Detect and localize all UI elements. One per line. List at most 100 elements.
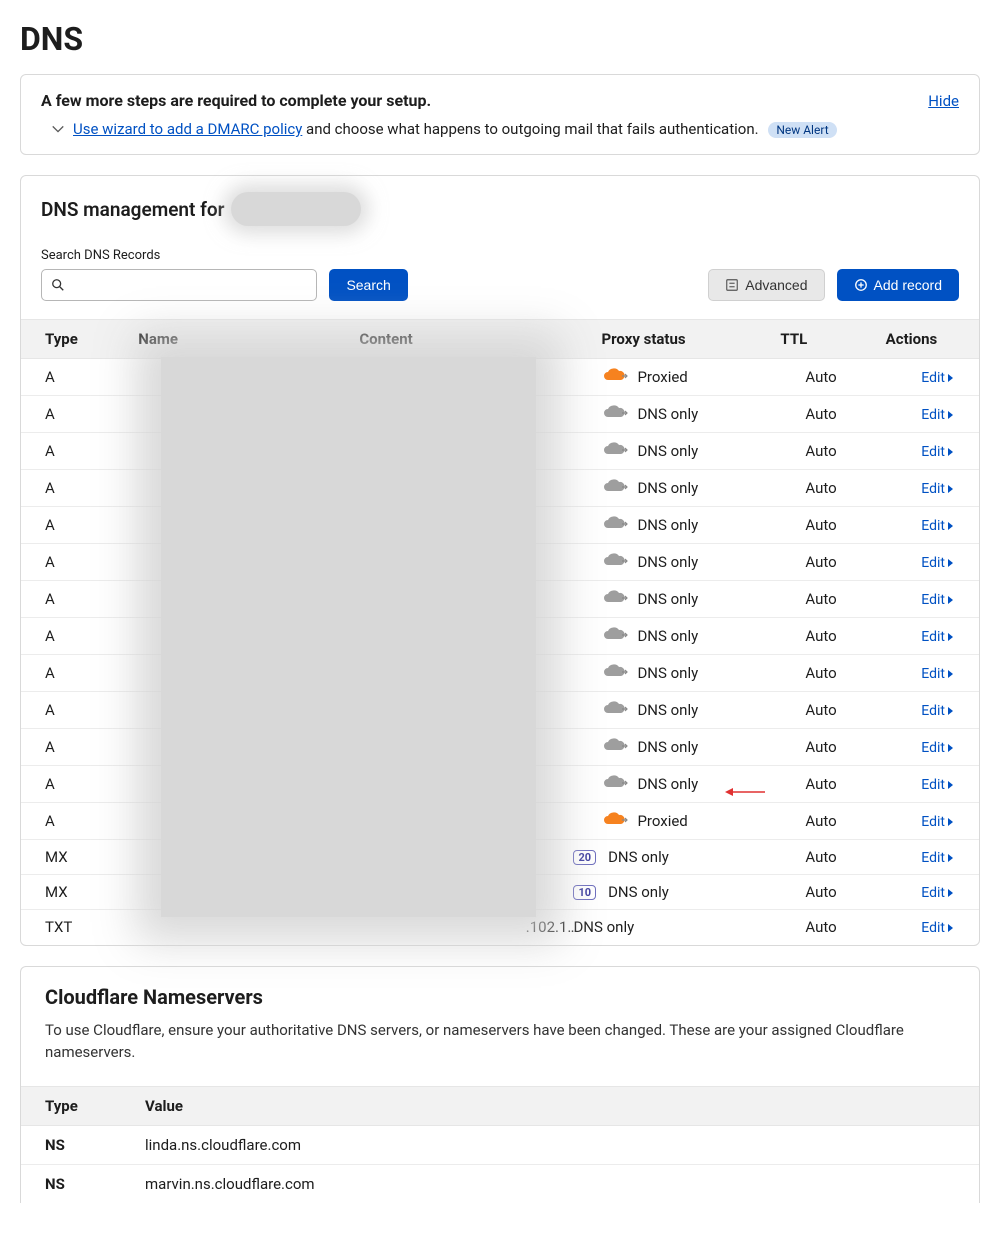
wizard-rest-text: and choose what happens to outgoing mail… xyxy=(302,120,758,138)
cloud-icon xyxy=(601,774,629,794)
col-name[interactable]: Name xyxy=(126,320,347,359)
chevron-down-icon xyxy=(51,122,65,136)
col-type[interactable]: Type xyxy=(21,320,126,359)
record-ttl: Auto xyxy=(768,359,873,396)
record-ttl: Auto xyxy=(768,766,873,803)
edit-link[interactable]: Edit xyxy=(921,592,955,608)
record-ttl: Auto xyxy=(768,544,873,581)
caret-right-icon xyxy=(947,888,955,898)
caret-right-icon xyxy=(947,484,955,494)
caret-right-icon xyxy=(947,632,955,642)
edit-link[interactable]: Edit xyxy=(921,777,955,793)
cloud-icon xyxy=(601,626,629,646)
cloud-icon xyxy=(601,404,629,424)
cloud-icon xyxy=(601,811,629,831)
caret-right-icon xyxy=(947,521,955,531)
col-ttl[interactable]: TTL xyxy=(768,320,873,359)
arrow-annotation-icon xyxy=(723,785,767,799)
caret-right-icon xyxy=(947,817,955,827)
cloud-icon xyxy=(601,700,629,720)
search-icon xyxy=(51,278,65,292)
record-ttl: Auto xyxy=(768,655,873,692)
caret-right-icon xyxy=(947,558,955,568)
col-proxy[interactable]: Proxy status xyxy=(589,320,768,359)
edit-link[interactable]: Edit xyxy=(921,518,955,534)
edit-link[interactable]: Edit xyxy=(921,740,955,756)
proxy-status-text: DNS only xyxy=(637,701,698,719)
record-type: A xyxy=(21,618,126,655)
cloud-icon xyxy=(601,589,629,609)
nameservers-panel: Cloudflare Nameservers To use Cloudflare… xyxy=(20,966,980,1203)
record-type: A xyxy=(21,359,126,396)
record-ttl: Auto xyxy=(768,396,873,433)
plus-circle-icon xyxy=(854,278,868,292)
redacted-block xyxy=(161,357,536,917)
record-ttl: Auto xyxy=(768,840,873,875)
record-type: A xyxy=(21,766,126,803)
cloud-icon xyxy=(601,478,629,498)
record-type: A xyxy=(21,803,126,840)
edit-link[interactable]: Edit xyxy=(921,850,955,866)
cloud-icon xyxy=(601,367,629,387)
panel-title-prefix: DNS management for xyxy=(41,198,225,221)
advanced-button[interactable]: Advanced xyxy=(708,269,824,301)
ns-type: NS xyxy=(21,1164,121,1203)
priority-badge: 10 xyxy=(573,885,596,900)
record-type: A xyxy=(21,655,126,692)
edit-link[interactable]: Edit xyxy=(921,444,955,460)
record-ttl: Auto xyxy=(768,803,873,840)
record-ttl: Auto xyxy=(768,581,873,618)
dns-management-panel: DNS management for Search DNS Records Se… xyxy=(20,175,980,946)
proxy-status-text: Proxied xyxy=(637,812,687,830)
caret-right-icon xyxy=(947,373,955,383)
add-record-label: Add record xyxy=(874,277,942,293)
edit-link[interactable]: Edit xyxy=(921,407,955,423)
hide-link[interactable]: Hide xyxy=(928,92,959,110)
record-type: A xyxy=(21,396,126,433)
advanced-icon xyxy=(725,278,739,292)
search-button[interactable]: Search xyxy=(329,269,407,301)
proxy-status-text: DNS only xyxy=(608,848,669,866)
redacted-domain xyxy=(231,192,361,226)
edit-link[interactable]: Edit xyxy=(921,629,955,645)
proxy-status-text: DNS only xyxy=(608,883,669,901)
edit-link[interactable]: Edit xyxy=(921,920,955,936)
record-type: A xyxy=(21,433,126,470)
proxy-status-text: DNS only xyxy=(637,479,698,497)
edit-link[interactable]: Edit xyxy=(921,703,955,719)
edit-link[interactable]: Edit xyxy=(921,370,955,386)
col-actions: Actions xyxy=(874,320,979,359)
add-record-button[interactable]: Add record xyxy=(837,269,959,301)
col-content[interactable]: Content xyxy=(347,320,589,359)
edit-link[interactable]: Edit xyxy=(921,555,955,571)
new-alert-badge: New Alert xyxy=(768,122,836,138)
proxy-status-text: DNS only xyxy=(637,553,698,571)
setup-banner: A few more steps are required to complet… xyxy=(20,74,980,155)
search-input[interactable] xyxy=(41,269,317,301)
proxy-status-text: DNS only xyxy=(637,516,698,534)
proxy-status-text: DNS only xyxy=(637,627,698,645)
edit-link[interactable]: Edit xyxy=(921,666,955,682)
record-ttl: Auto xyxy=(768,910,873,945)
edit-link[interactable]: Edit xyxy=(921,885,955,901)
proxy-status-text: DNS only xyxy=(637,442,698,460)
record-ttl: Auto xyxy=(768,875,873,910)
proxy-status-text: DNS only xyxy=(637,590,698,608)
ns-title: Cloudflare Nameservers xyxy=(45,985,955,1009)
caret-right-icon xyxy=(947,669,955,679)
record-type: TXT xyxy=(21,910,126,945)
edit-link[interactable]: Edit xyxy=(921,481,955,497)
caret-right-icon xyxy=(947,447,955,457)
ns-type: NS xyxy=(21,1125,121,1164)
record-ttl: Auto xyxy=(768,470,873,507)
ns-value: linda.ns.cloudflare.com xyxy=(121,1125,979,1164)
record-type: A xyxy=(21,470,126,507)
wizard-link[interactable]: Use wizard to add a DMARC policy xyxy=(73,120,302,138)
record-ttl: Auto xyxy=(768,729,873,766)
caret-right-icon xyxy=(947,706,955,716)
proxy-status-text: DNS only xyxy=(573,918,634,936)
cloud-icon xyxy=(601,663,629,683)
edit-link[interactable]: Edit xyxy=(921,814,955,830)
record-ttl: Auto xyxy=(768,692,873,729)
proxy-status-text: Proxied xyxy=(637,368,687,386)
